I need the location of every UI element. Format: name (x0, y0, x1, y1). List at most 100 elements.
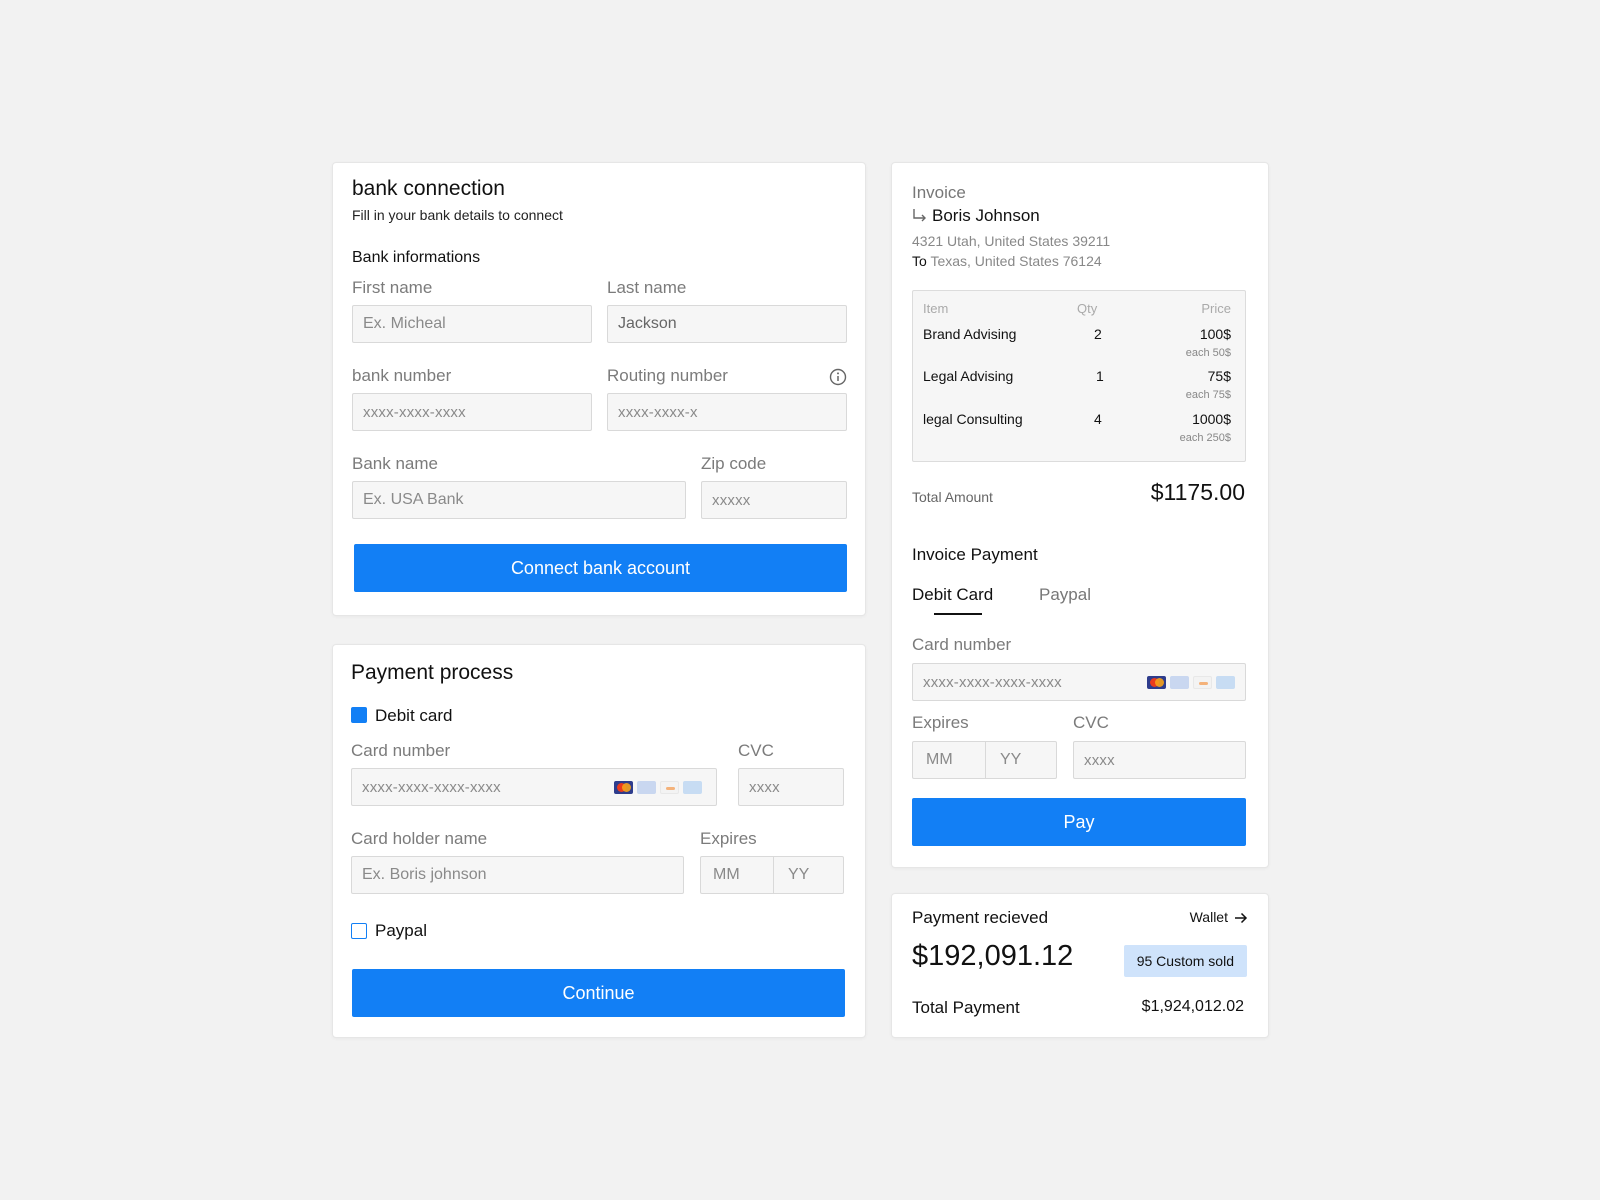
discover-icon (660, 781, 679, 794)
visa-icon (1170, 676, 1189, 689)
row-item: Legal Advising (923, 368, 1014, 384)
zip-code-input[interactable]: xxxxx (701, 481, 847, 519)
wallet-label: Wallet (1189, 909, 1228, 925)
invoice-card: Invoice Boris Johnson 4321 Utah, United … (891, 162, 1269, 868)
payment-title: Payment process (351, 661, 514, 684)
card-holder-label: Card holder name (351, 829, 488, 848)
discover-icon (1193, 676, 1212, 689)
invoice-card-number-label: Card number (912, 635, 1012, 654)
invoice-to-line: To Texas, United States 76124 (912, 253, 1102, 269)
expires-input[interactable]: MM YY (700, 856, 844, 894)
bank-number-input[interactable]: xxxx-xxxx-xxxx (352, 393, 592, 431)
debit-card-label: Debit card (375, 706, 453, 725)
expires-divider (773, 857, 774, 893)
pay-button[interactable]: Pay (912, 798, 1246, 846)
zip-code-label: Zip code (701, 454, 767, 473)
cvc-label: CVC (738, 741, 774, 760)
arrow-right-icon (1234, 911, 1248, 924)
bank-name-label: Bank name (352, 454, 438, 473)
card-number-label: Card number (351, 741, 451, 760)
payment-process-card: Payment process Debit card Card number x… (332, 644, 866, 1038)
last-name-input[interactable]: Jackson (607, 305, 847, 343)
tab-paypal[interactable]: Paypal (1039, 585, 1091, 605)
col-header-qty: Qty (1077, 301, 1098, 316)
col-header-item: Item (923, 301, 949, 316)
invoice-from-address: 4321 Utah, United States 39211 (912, 233, 1111, 249)
expires-divider (985, 742, 986, 778)
bank-title: bank connection (352, 177, 505, 200)
expires-month[interactable]: MM (713, 866, 740, 884)
invoice-recipient-name: Boris Johnson (932, 206, 1040, 225)
card-number-input[interactable]: xxxx-xxxx-xxxx-xxxx (351, 768, 717, 806)
row-each: each 250$ (1179, 432, 1231, 444)
invoice-to-address: Texas, United States 76124 (930, 253, 1102, 269)
card-number-placeholder: xxxx-xxxx-xxxx-xxxx (362, 778, 501, 796)
invoice-expires-input[interactable]: MM YY (912, 741, 1057, 779)
custom-sold-badge: 95 Custom sold (1123, 945, 1247, 977)
row-qty: 2 (1094, 326, 1102, 342)
table-row: legal Consulting 4 1000$ each 250$ (913, 411, 1245, 451)
row-each: each 75$ (1185, 389, 1231, 401)
routing-number-label: Routing number (607, 366, 728, 385)
tab-active-indicator (934, 613, 982, 615)
invoice-expires-label: Expires (912, 713, 969, 732)
table-row: Brand Advising 2 100$ each 50$ (913, 326, 1245, 366)
visa-icon (637, 781, 656, 794)
paypal-label: Paypal (375, 921, 427, 940)
row-price: 1000$ (1192, 411, 1231, 427)
total-amount-value: $1175.00 (1150, 479, 1245, 505)
cvc-input[interactable]: xxxx (738, 768, 844, 806)
bank-number-label: bank number (352, 366, 452, 385)
continue-button[interactable]: Continue (352, 969, 845, 1017)
row-qty: 1 (1096, 368, 1104, 384)
mastercard-icon (1147, 676, 1166, 689)
invoice-payment-title: Invoice Payment (912, 545, 1038, 564)
payment-received-card: Payment recieved Wallet $192,091.12 95 C… (891, 893, 1269, 1038)
first-name-input[interactable]: Ex. Micheal (352, 305, 592, 343)
invoice-cvc-label: CVC (1073, 713, 1109, 732)
mastercard-icon (614, 781, 633, 794)
row-item: Brand Advising (923, 326, 1017, 342)
expires-label: Expires (700, 829, 757, 848)
invoice-expires-month[interactable]: MM (926, 751, 953, 769)
invoice-card-number-placeholder: xxxx-xxxx-xxxx-xxxx (923, 673, 1062, 691)
received-amount: $192,091.12 (912, 940, 1074, 972)
card-holder-input[interactable]: Ex. Boris johnson (351, 856, 684, 894)
bank-name-input[interactable]: Ex. USA Bank (352, 481, 686, 519)
total-payment-value: $1,924,012.02 (1141, 998, 1244, 1015)
col-header-price: Price (1201, 301, 1231, 316)
invoice-expires-year[interactable]: YY (1000, 751, 1021, 769)
last-name-label: Last name (607, 278, 687, 297)
row-each: each 50$ (1185, 347, 1231, 359)
row-price: 75$ (1207, 368, 1231, 384)
connect-bank-button[interactable]: Connect bank account (354, 544, 847, 592)
bank-subtitle: Fill in your bank details to connect (352, 207, 563, 223)
invoice-cvc-input[interactable]: xxxx (1073, 741, 1246, 779)
invoice-items-table: Item Qty Price Brand Advising 2 100$ eac… (912, 290, 1246, 462)
invoice-to-label: To (912, 253, 927, 269)
total-payment-label: Total Payment (912, 998, 1020, 1017)
card-brand-icons (614, 781, 702, 794)
tab-debit-card[interactable]: Debit Card (912, 585, 993, 605)
expires-year[interactable]: YY (788, 866, 809, 884)
table-row: Legal Advising 1 75$ each 75$ (913, 368, 1245, 408)
bank-connection-card: bank connection Fill in your bank detail… (332, 162, 866, 616)
amex-icon (683, 781, 702, 794)
wallet-link[interactable]: Wallet (1190, 909, 1248, 925)
info-icon[interactable] (829, 368, 847, 386)
invoice-card-number-input[interactable]: xxxx-xxxx-xxxx-xxxx (912, 663, 1246, 701)
row-qty: 4 (1094, 411, 1102, 427)
card-brand-icons (1147, 676, 1235, 689)
return-arrow-icon (912, 208, 928, 224)
payment-received-title: Payment recieved (912, 908, 1049, 927)
amex-icon (1216, 676, 1235, 689)
row-price: 100$ (1199, 326, 1231, 342)
invoice-title: Invoice (912, 183, 966, 202)
row-item: legal Consulting (923, 411, 1023, 427)
bank-section-title: Bank informations (352, 249, 481, 266)
debit-card-checkbox[interactable] (351, 707, 367, 723)
first-name-label: First name (352, 278, 433, 297)
total-amount-label: Total Amount (912, 489, 993, 505)
paypal-checkbox[interactable] (351, 923, 367, 939)
routing-number-input[interactable]: xxxx-xxxx-x (607, 393, 847, 431)
